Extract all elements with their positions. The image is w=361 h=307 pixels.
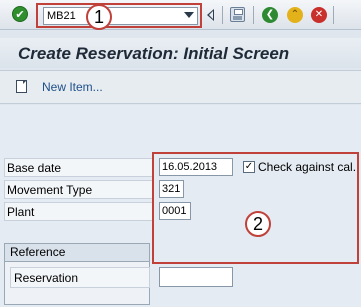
command-field[interactable]: MB21 — [43, 7, 198, 25]
new-item-button[interactable]: New Item... — [42, 80, 103, 94]
reference-group-title: Reference — [5, 244, 149, 262]
toolbar-separator — [333, 6, 334, 24]
toolbar-separator — [222, 6, 223, 24]
green-back-icon[interactable]: ❮ — [262, 7, 278, 23]
exit-icon[interactable]: ⌃ — [287, 7, 303, 23]
annotation-frame-2 — [152, 152, 359, 264]
reservation-label: Reservation — [10, 267, 150, 288]
movement-type-label: Movement Type — [4, 180, 154, 199]
callout-2: 2 — [245, 211, 271, 237]
plant-label: Plant — [4, 202, 154, 221]
enter-check-icon[interactable]: ✔ — [12, 6, 28, 22]
base-date-label: Base date — [4, 158, 154, 177]
reservation-input[interactable] — [159, 267, 233, 287]
save-icon[interactable] — [230, 7, 245, 22]
cancel-icon[interactable]: ✕ — [311, 7, 327, 23]
page-title: Create Reservation: Initial Screen — [18, 44, 290, 63]
new-document-icon[interactable] — [16, 80, 27, 93]
dropdown-arrow-icon[interactable] — [184, 12, 194, 18]
back-arrow-inner — [209, 11, 213, 19]
callout-1: 1 — [86, 4, 112, 30]
toolbar-separator — [253, 6, 254, 24]
